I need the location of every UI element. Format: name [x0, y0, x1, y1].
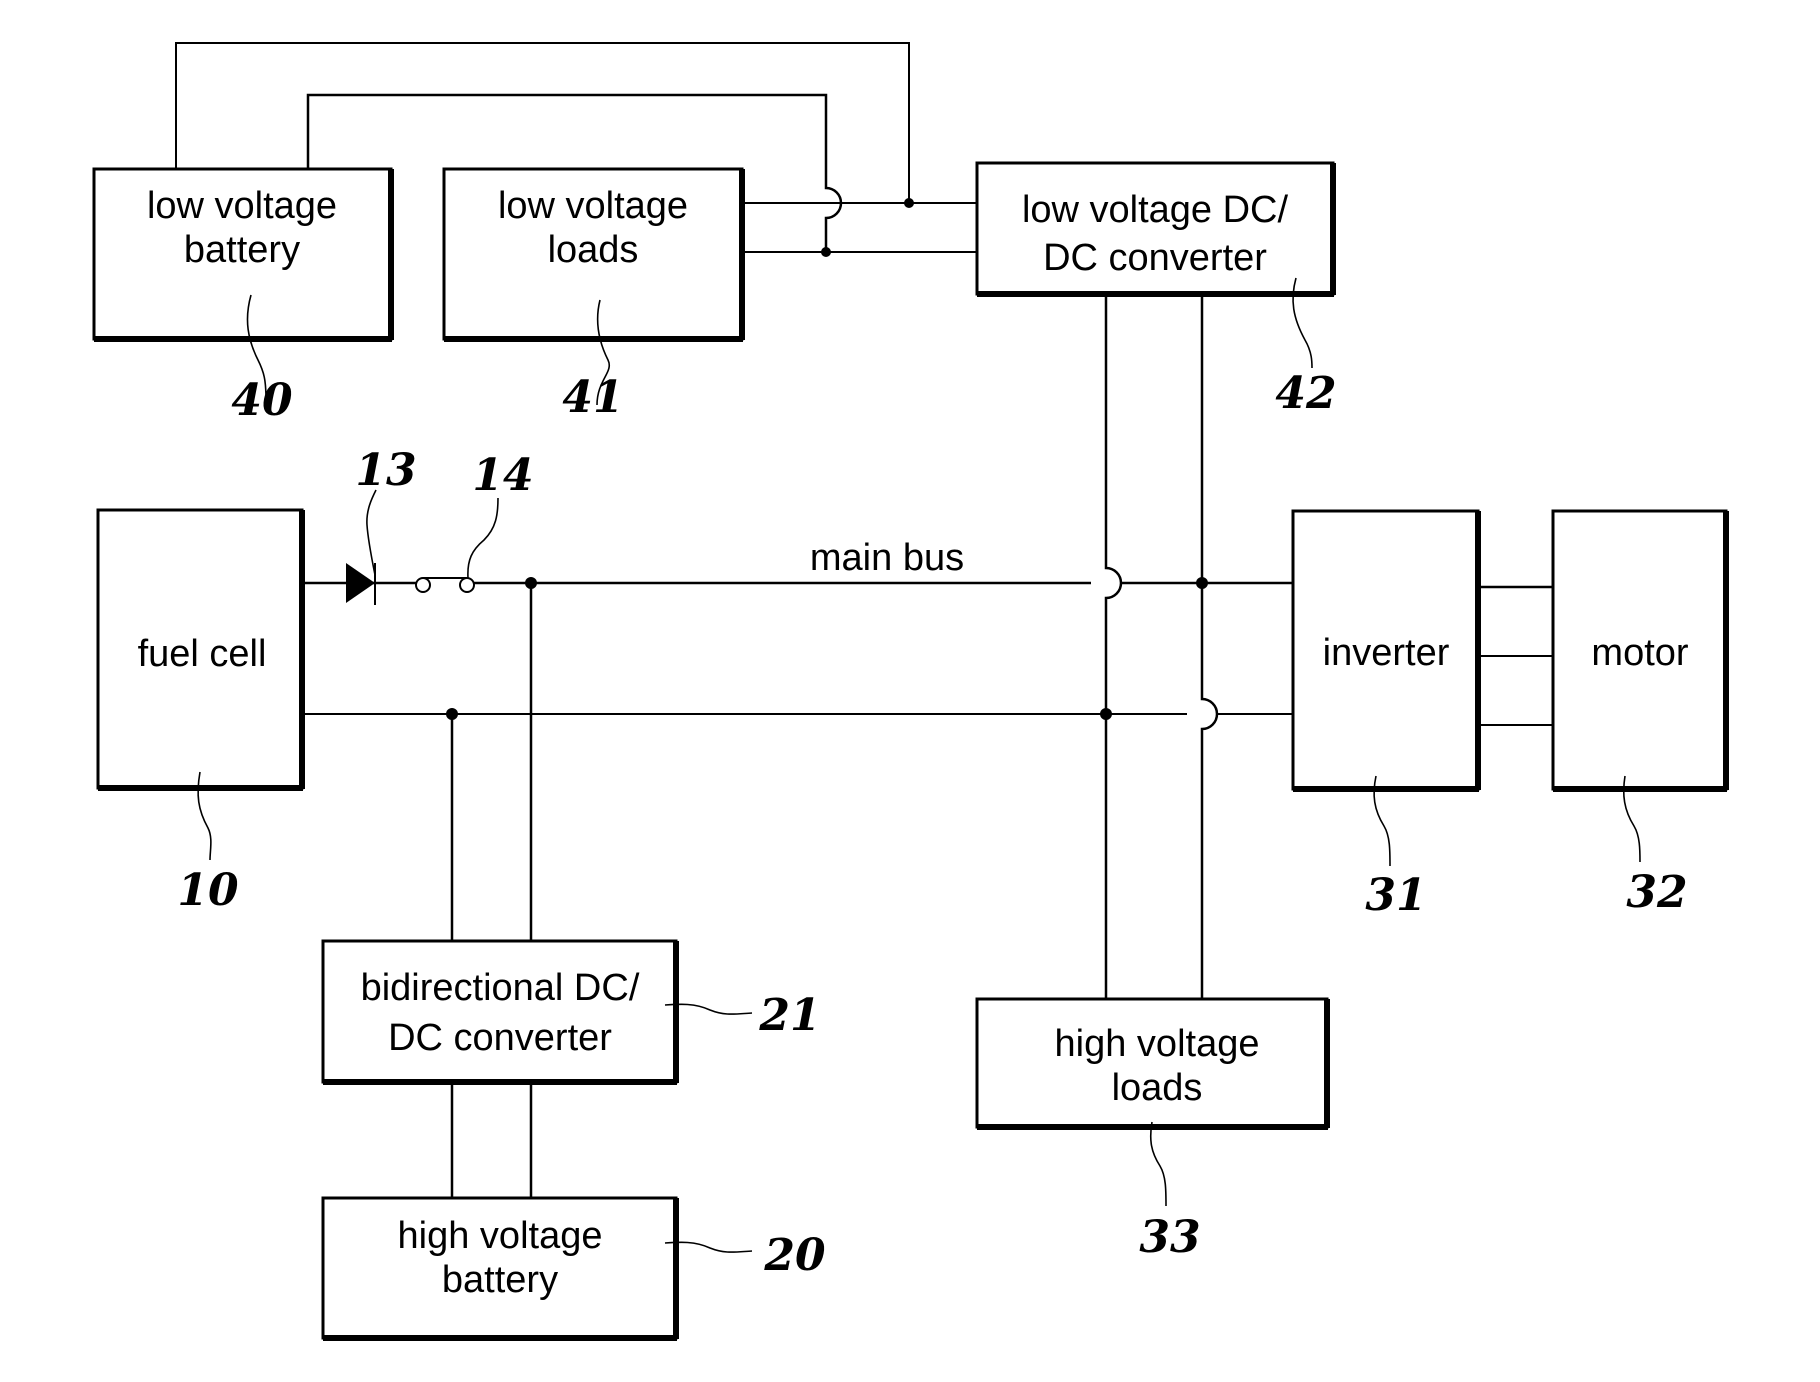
leader-line [366, 489, 377, 576]
block-label: DC converter [1043, 237, 1267, 279]
ref-numeral: 40 [231, 375, 293, 426]
block-label: DC converter [388, 1017, 612, 1059]
block-label: battery [184, 229, 300, 271]
low-voltage-dcdc-block: low voltage DC/ DC converter [975, 161, 1336, 297]
ref-numeral: 14 [472, 450, 533, 501]
wire-lvdcdc-right [1200, 294, 1219, 999]
ref-numeral: 20 [763, 1230, 826, 1281]
high-voltage-loads-block: high voltage loads [975, 997, 1330, 1130]
diode-icon [346, 563, 376, 605]
block-label: fuel cell [138, 633, 267, 675]
motor-block: motor [1551, 509, 1729, 792]
bidirectional-dcdc-block: bidirectional DC/ DC converter [321, 939, 679, 1085]
ref-numeral: 41 [562, 372, 623, 423]
block-label: low voltage [498, 185, 688, 227]
block-label: high voltage [1055, 1023, 1260, 1065]
low-voltage-loads-block: low voltage loads [442, 167, 745, 342]
block-label: loads [548, 229, 639, 271]
block-diagram: low voltage battery low voltage loads lo… [92, 42, 1729, 1341]
ref-numeral: 32 [1626, 867, 1687, 918]
ref-numeral: 21 [758, 990, 820, 1041]
block-label: loads [1112, 1067, 1203, 1109]
leader-line [1149, 1121, 1167, 1207]
ref-numeral: 33 [1139, 1212, 1200, 1263]
junction-dot [1100, 708, 1112, 720]
block-label: battery [442, 1259, 558, 1301]
low-voltage-battery-block: low voltage battery [92, 167, 394, 342]
wire-lvdcdc-left [1104, 294, 1123, 999]
ref-numeral: 10 [177, 865, 239, 916]
ref-numeral: 31 [1365, 870, 1426, 921]
ref-numeral: 13 [355, 445, 416, 496]
block-label: low voltage DC/ [1022, 189, 1289, 231]
junction-dot [821, 247, 831, 257]
block-label: low voltage [147, 185, 337, 227]
ref-numeral: 42 [1275, 368, 1336, 419]
block-label: inverter [1323, 632, 1450, 674]
high-voltage-battery-block: high voltage battery [321, 1196, 679, 1341]
fuse-icon [415, 577, 475, 593]
block-label: motor [1591, 632, 1688, 674]
inverter-block: inverter [1291, 509, 1481, 792]
leader-line [467, 497, 499, 579]
junction-dot [904, 198, 914, 208]
main-bus-label: main bus [810, 537, 964, 579]
block-label: high voltage [398, 1215, 603, 1257]
block-label: bidirectional DC/ [361, 967, 640, 1009]
fuel-cell-block: fuel cell [96, 508, 305, 791]
junction-dot [1196, 577, 1208, 589]
